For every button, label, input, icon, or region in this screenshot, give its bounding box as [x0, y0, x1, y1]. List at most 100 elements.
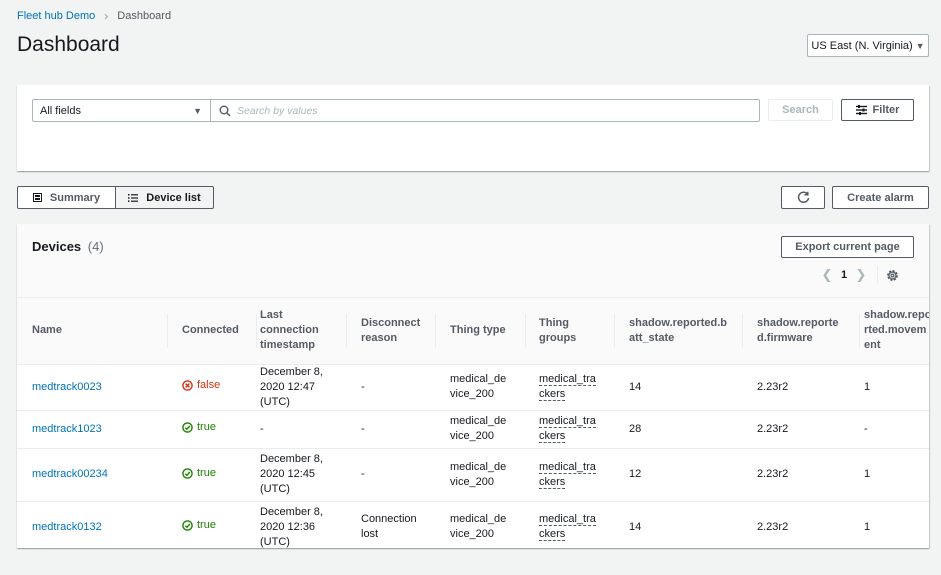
column-header-batt-state[interactable]: shadow.reported.batt_state — [614, 298, 742, 365]
cell-connected: true — [167, 410, 256, 449]
column-header-thing-groups[interactable]: Thing groups — [525, 298, 614, 365]
connection-status: true — [182, 466, 216, 481]
devices-title: Devices (4) — [32, 239, 104, 254]
cell-batt-state: 14 — [629, 520, 642, 533]
field-select[interactable]: All fields ▼ — [33, 100, 211, 121]
connection-status-text: true — [197, 466, 216, 479]
region-select-value: US East (N. Virginia) — [811, 39, 913, 52]
pagination: ❮ 1 ❯ — [817, 266, 899, 284]
cell-disconnect-reason: - — [346, 410, 435, 449]
column-header-thing-type[interactable]: Thing type — [435, 298, 525, 365]
cell-thing-type: medical_device_200 — [450, 513, 507, 541]
page-number[interactable]: 1 — [837, 269, 851, 281]
cell-last-connection-timestamp: December 8, 2020 12:47 (UTC) — [256, 364, 346, 411]
cell-firmware: 2.23r2 — [742, 410, 859, 449]
search-input[interactable] — [237, 104, 759, 117]
caret-down-icon: ▼ — [915, 40, 925, 51]
table-row[interactable]: medtrack1023 true - - medical_device_200 medi… — [17, 410, 929, 449]
connection-status-text: true — [197, 519, 216, 532]
device-name-link[interactable]: medtrack0023 — [32, 381, 102, 393]
export-current-page-button[interactable]: Export current page — [781, 236, 914, 258]
cell-last-connection-timestamp: - — [256, 410, 346, 449]
previous-page-icon[interactable]: ❮ — [817, 267, 837, 283]
cell-batt-state: 14 — [614, 364, 742, 411]
breadcrumb-fleet-hub-demo[interactable]: Fleet hub Demo — [17, 10, 95, 22]
cell-thing-groups: medical_trackers — [525, 448, 614, 502]
cell-last-connection-timestamp: December 8, 2020 12:45 (UTC) — [256, 448, 346, 502]
search-button[interactable]: Search — [768, 99, 833, 121]
column-header-movement[interactable]: shadow.reported.movement — [859, 298, 929, 365]
column-header-disconnect-reason[interactable]: Disconnect reason — [346, 298, 435, 365]
cell-firmware: 2.23r2 — [742, 364, 859, 411]
next-page-icon[interactable]: ❯ — [851, 267, 871, 283]
cell-firmware: 2.23r2 — [757, 520, 789, 533]
status-success-icon — [182, 422, 193, 433]
search-group: All fields ▼ — [32, 99, 760, 122]
create-alarm-button[interactable]: Create alarm — [832, 186, 929, 209]
devices-count: (4) — [87, 239, 104, 254]
cell-last-connection-timestamp: December 8, 2020 12:36 (UTC) — [260, 505, 323, 548]
device-name-link[interactable]: medtrack1023 — [32, 423, 102, 435]
region-select[interactable]: US East (N. Virginia) ▼ — [807, 34, 929, 57]
summary-tab-label: Summary — [49, 191, 101, 204]
connection-status: true — [182, 420, 216, 435]
devices-table: Name Connected Last connection timestamp… — [17, 298, 929, 548]
thing-group-link[interactable]: medical_trackers — [539, 373, 596, 401]
search-input-wrapper — [211, 100, 759, 121]
filter-sliders-icon — [855, 105, 867, 115]
device-list-tab-label: Device list — [146, 191, 201, 204]
connection-status: false — [182, 378, 220, 393]
cell-batt-state: 12 — [614, 448, 742, 502]
page-title: Dashboard — [17, 33, 120, 56]
column-header-firmware[interactable]: shadow.reported.firmware — [742, 298, 859, 365]
cell-name: medtrack00234 — [17, 448, 167, 502]
status-success-icon — [182, 520, 193, 532]
cell-thing-type: medical_device_200 — [435, 448, 525, 502]
cell-batt-state: 28 — [614, 410, 742, 449]
table-row[interactable]: medtrack00234 true December 8, 2020 12:45 … — [17, 448, 929, 502]
column-header-connected[interactable]: Connected — [167, 298, 256, 365]
cell-disconnect-reason: - — [346, 448, 435, 502]
devices-title-text: Devices — [32, 239, 82, 254]
column-header-name[interactable]: Name — [17, 298, 167, 365]
filter-button-label: Filter — [872, 104, 900, 116]
cell-movement: 1 — [864, 520, 871, 533]
thing-group-link[interactable]: medical_trackers — [539, 460, 596, 489]
devices-panel: Devices (4) Export current page ❮ 1 ❯ Na… — [17, 224, 929, 548]
status-success-icon — [182, 467, 193, 479]
connection-status: true — [182, 518, 216, 533]
summary-tab[interactable]: Summary — [17, 186, 116, 209]
cell-connected: true — [167, 448, 256, 502]
cell-name: medtrack1023 — [17, 410, 167, 449]
breadcrumb-dashboard: Dashboard — [117, 10, 172, 22]
column-header-last-connection-timestamp[interactable]: Last connection timestamp — [256, 298, 346, 365]
caret-down-icon: ▼ — [193, 105, 202, 116]
cell-thing-type: medical_device_200 — [435, 364, 525, 411]
refresh-button[interactable] — [781, 186, 825, 209]
table-row[interactable]: medtrack0132 true December 8, 2020 12:36 (… — [17, 501, 929, 548]
device-name-link[interactable]: medtrack0132 — [32, 521, 102, 533]
table-settings-button[interactable] — [886, 269, 899, 282]
cell-name: medtrack0023 — [17, 364, 167, 411]
thing-group-link[interactable]: medical_trackers — [539, 513, 596, 542]
table-row[interactable]: medtrack0023 false December 8, 2020 12:47 … — [17, 364, 929, 411]
devices-panel-header: Devices (4) Export current page ❮ 1 ❯ — [17, 224, 929, 298]
cell-disconnect-reason: - — [346, 364, 435, 411]
field-select-value: All fields — [40, 104, 81, 117]
cell-connected: true — [167, 501, 256, 548]
status-error-icon — [182, 380, 193, 391]
device-list-tab[interactable]: Device list — [116, 186, 214, 209]
cell-disconnect-reason: Connection lost — [361, 513, 417, 541]
filter-button[interactable]: Filter — [841, 99, 914, 121]
thing-group-link[interactable]: medical_trackers — [539, 415, 596, 443]
pagination-divider — [877, 266, 878, 284]
breadcrumb: Fleet hub Demo › Dashboard — [17, 9, 171, 23]
connection-status-text: true — [197, 421, 216, 433]
cell-thing-groups: medical_trackers — [525, 364, 614, 411]
cell-firmware: 2.23r2 — [742, 448, 859, 502]
refresh-icon — [797, 191, 809, 204]
list-icon — [128, 193, 139, 202]
device-name-link[interactable]: medtrack00234 — [32, 468, 108, 480]
cell-movement: - — [859, 410, 929, 449]
view-toggle: Summary Device list — [17, 186, 214, 209]
